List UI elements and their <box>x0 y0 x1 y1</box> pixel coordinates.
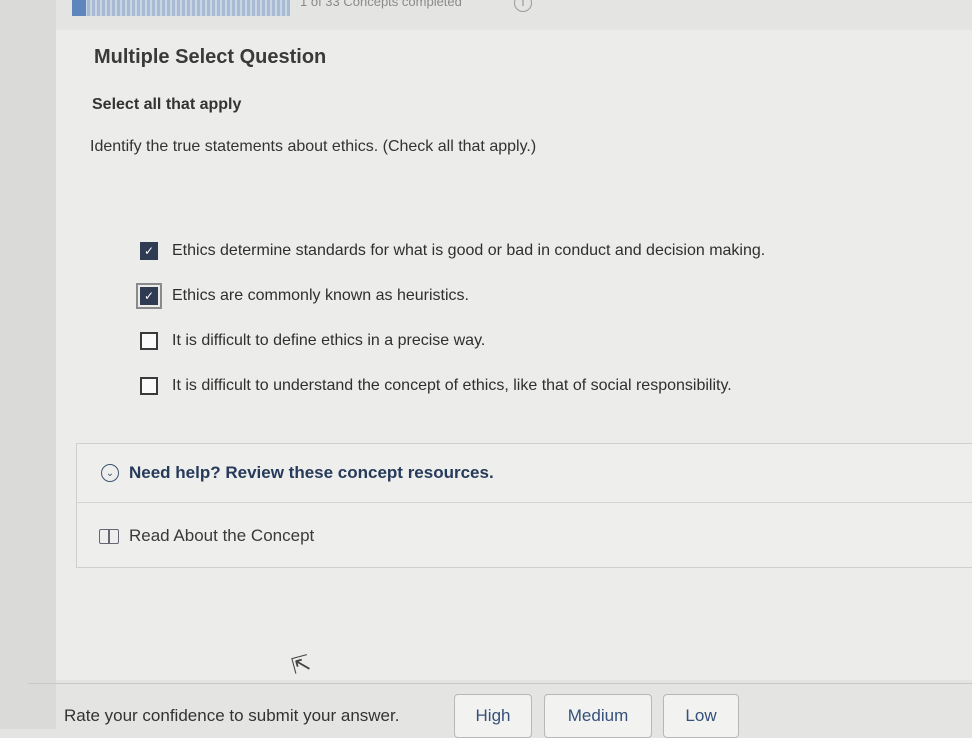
question-panel: Multiple Select Question Select all that… <box>56 30 972 680</box>
check-icon: ✓ <box>143 288 155 303</box>
info-icon[interactable]: i <box>514 0 532 12</box>
question-instruction: Select all that apply <box>92 96 242 113</box>
confidence-medium-button[interactable]: Medium <box>544 694 652 738</box>
answer-option-label: Ethics determine standards for what is g… <box>172 241 766 259</box>
left-gutter <box>0 0 56 729</box>
book-icon <box>99 528 119 544</box>
confidence-low-button[interactable]: Low <box>663 694 739 738</box>
help-resources-title: Need help? Review these concept resource… <box>129 463 494 482</box>
answer-option-2[interactable]: ✓ Ethics are commonly known as heuristic… <box>136 273 765 318</box>
chevron-down-icon: ⌄ <box>101 464 119 482</box>
answer-option-label: It is difficult to define ethics in a pr… <box>172 331 486 349</box>
read-about-concept-link[interactable]: Read About the Concept <box>99 526 314 546</box>
question-prompt: Identify the true statements about ethic… <box>90 138 537 155</box>
help-resources-box: ⌄ Need help? Review these concept resour… <box>76 443 972 568</box>
answer-option-3[interactable]: It is difficult to define ethics in a pr… <box>140 318 765 363</box>
progress-bar <box>72 0 290 16</box>
checkbox-option-4[interactable] <box>140 376 158 395</box>
confidence-prompt: Rate your confidence to submit your answ… <box>64 706 400 725</box>
confidence-footer: Rate your confidence to submit your answ… <box>64 694 964 738</box>
read-about-concept-label: Read About the Concept <box>129 526 315 545</box>
confidence-high-button[interactable]: High <box>454 694 532 738</box>
checkbox-option-1[interactable]: ✓ <box>140 241 158 260</box>
answer-option-1[interactable]: ✓ Ethics determine standards for what is… <box>140 228 765 273</box>
check-icon: ✓ <box>143 243 155 258</box>
footer-divider <box>28 683 972 684</box>
checkbox-option-2[interactable]: ✓ <box>136 282 162 309</box>
answer-option-label: It is difficult to understand the concep… <box>172 376 732 394</box>
checkbox-option-3[interactable] <box>140 331 158 350</box>
answer-options: ✓ Ethics determine standards for what is… <box>136 228 765 408</box>
top-bar: 1 of 33 Concepts completed i <box>56 0 972 24</box>
answer-option-4[interactable]: It is difficult to understand the concep… <box>140 363 765 408</box>
help-resources-toggle[interactable]: ⌄ Need help? Review these concept resour… <box>77 444 972 503</box>
answer-option-label: Ethics are commonly known as heuristics. <box>172 286 469 304</box>
question-type-title: Multiple Select Question <box>94 46 327 68</box>
progress-bar-fill <box>72 0 86 16</box>
progress-text: 1 of 33 Concepts completed <box>300 0 462 9</box>
